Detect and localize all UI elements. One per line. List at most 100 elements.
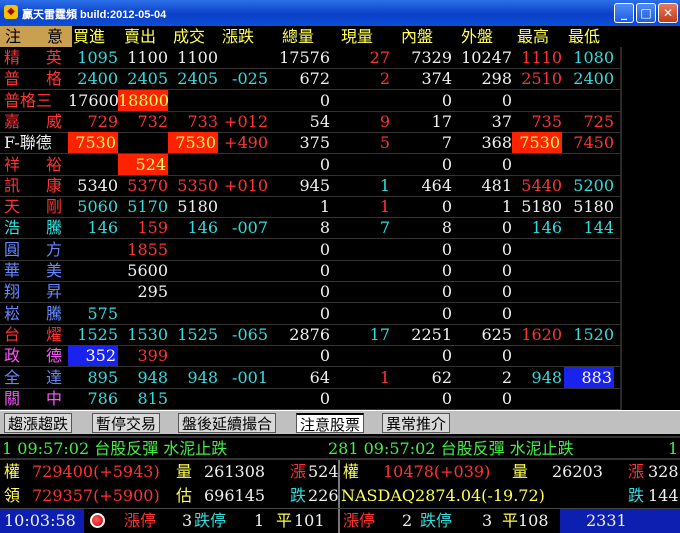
header-trade[interactable]: 成交 [173, 26, 205, 47]
index-label: 權 [4, 462, 21, 481]
cell-chg: -007 [232, 218, 268, 238]
ticker-left: 1 09:57:02 台股反彈 水泥止跌 [2, 439, 228, 458]
table-row[interactable]: 關 中 786 815 0 0 0 [0, 388, 620, 410]
table-row[interactable]: 訊 康 5340 5370 5350 +010 945 1 464 481 5440 5200 [0, 175, 620, 197]
cell-buy: 5340 [77, 175, 118, 195]
cell-sell: 2405 [127, 69, 168, 89]
tab-attention-stocks[interactable]: 注意股票 [296, 413, 365, 434]
cell-chg [218, 260, 268, 281]
cell-sell: 1100 [127, 48, 168, 67]
cell-trade [168, 303, 218, 324]
quote-table: 精英 1095 1100 1100 17576 27 7329 10247 1110 1080 普格… [0, 47, 680, 410]
cell-inner: 374 [421, 69, 452, 89]
title-bar: ◆ 贏天雷霆頻 build:2012-05-04 _ □ ✕ [0, 0, 680, 26]
stock-name-2: 騰 [46, 303, 63, 323]
stock-name-2: 燿 [46, 324, 63, 344]
table-row[interactable]: 精 英 1095 1100 1100 17576 27 7329 10247 1110 1080 [0, 47, 620, 69]
header-low[interactable]: 最低 [568, 26, 600, 47]
close-button[interactable]: ✕ [658, 3, 678, 23]
cell-inner: 0 [441, 154, 452, 174]
cell-outer: 368 [481, 133, 512, 153]
otc-up-value: 328 [648, 462, 679, 481]
cell-vol: 0 [319, 346, 330, 366]
cell-chg [218, 281, 268, 302]
cell-low: 5180 [573, 197, 614, 217]
cell-high [512, 281, 562, 302]
cell-high [512, 90, 562, 111]
cell-outer: 2 [501, 367, 512, 387]
table-row[interactable]: 崧 騰 575 0 0 0 [0, 303, 620, 325]
cell-cur: 9 [379, 111, 390, 131]
cell-chg: +490 [224, 133, 268, 153]
cell-buy: 575 [87, 303, 118, 323]
header-change[interactable]: 漲跌 [222, 26, 254, 47]
cell-outer: 0 [501, 154, 512, 174]
minimize-button[interactable]: _ [614, 3, 634, 23]
otc-up-label: 漲 [628, 462, 645, 481]
cell-trade [168, 90, 218, 111]
tab-suspended[interactable]: 暫停交易 [92, 413, 161, 433]
table-row[interactable]: 圓 方 1855 0 0 0 [0, 239, 620, 261]
cell-outer: 37 [491, 111, 512, 131]
table-row[interactable]: 嘉 威 729 732 733 +012 54 9 17 37 735 725 [0, 111, 620, 133]
table-row[interactable]: 全達 895 948 948 -001 64 1 62 2 948 883 [0, 366, 620, 389]
table-row[interactable]: 祥 裕 524 0 0 0 [0, 153, 620, 176]
stock-name-2: 裕 [46, 154, 63, 174]
cell-outer: 0 [501, 388, 512, 408]
table-row[interactable]: F-聯德 7530 7530 +490 375 5 7 368 7530 7450 [0, 132, 620, 155]
table-row[interactable]: 政 德 352 399 0 0 0 [0, 345, 620, 368]
cell-vol: 375 [299, 133, 330, 153]
header-sell[interactable]: 賣出 [124, 26, 156, 47]
cell-trade [168, 239, 218, 260]
cell-inner: 0 [441, 282, 452, 302]
cell-trade: 5180 [177, 197, 218, 217]
up-count-value: 524 [308, 462, 339, 481]
table-row[interactable]: 華 美 5600 0 0 0 [0, 260, 620, 282]
market-summary: 權 729400(+5943) 量 261308 漲 524 領 729357(… [0, 460, 680, 533]
table-row[interactable]: 台 燿 1525 1530 1525 -065 2876 17 2251 625 1620 1520 [0, 324, 620, 346]
table-row[interactable]: 浩 騰 146 159 146 -007 8 7 8 0 146 144 [0, 217, 620, 240]
news-ticker[interactable]: 1 09:57:02 台股反彈 水泥止跌 281 09:57:02 台股反彈 水… [0, 436, 680, 460]
cell-chg [218, 90, 268, 111]
connection-lamp-icon[interactable] [90, 513, 105, 528]
stock-name: 普格三 [4, 90, 53, 110]
stock-name: 台 [4, 324, 21, 344]
cell-low [564, 239, 614, 260]
stock-name-2: 德 [46, 346, 63, 366]
tab-trend[interactable]: 趨漲趨跌 [4, 413, 73, 433]
header-current-volume[interactable]: 現量 [341, 26, 373, 47]
header-buy[interactable]: 買進 [73, 26, 105, 47]
stock-name-2: 英 [46, 48, 63, 67]
header-high[interactable]: 最高 [517, 26, 549, 47]
limit-up-value: 3 [182, 511, 193, 530]
header-outer[interactable]: 外盤 [461, 26, 493, 47]
cell-buy: 1525 [77, 324, 118, 344]
cell-cur: 1 [379, 367, 390, 387]
cell-high: 1110 [521, 48, 562, 67]
cell-cur [332, 281, 390, 302]
table-row[interactable]: 天 剛 5060 5170 5180 1 1 0 1 5180 5180 [0, 196, 620, 219]
table-row[interactable]: 翔 昇 295 0 0 0 [0, 281, 620, 304]
table-row[interactable]: 普 格 2400 2405 2405 -025 672 2 374 298 2510 2400 [0, 68, 620, 91]
otc-flat-value: 108 [518, 511, 549, 530]
cell-cur: 5 [379, 133, 390, 153]
maximize-button[interactable]: □ [636, 3, 656, 23]
header-inner[interactable]: 內盤 [401, 26, 433, 47]
cell-outer: 0 [501, 346, 512, 366]
header-name-1: 注 [5, 27, 22, 46]
tab-abnormal-recommend[interactable]: 異常推介 [382, 413, 451, 433]
otc-limit-down-label: 跌停 [420, 511, 453, 530]
cell-chg [218, 154, 268, 175]
cell-trade [168, 281, 218, 302]
cell-inner: 62 [431, 367, 452, 387]
cell-low [564, 154, 614, 175]
cell-inner: 2251 [411, 324, 452, 344]
table-row[interactable]: 普格三 17600 18800 0 0 0 [0, 89, 620, 112]
otc-flat-label: 平 [502, 511, 519, 530]
cell-trade [168, 260, 218, 281]
cell-chg: -025 [232, 69, 268, 89]
stock-name: 翔 [4, 282, 21, 302]
otc-limit-up-value: 2 [402, 511, 413, 530]
tab-after-hours[interactable]: 盤後延續撮合 [178, 413, 277, 433]
header-total-volume[interactable]: 總量 [282, 26, 314, 47]
